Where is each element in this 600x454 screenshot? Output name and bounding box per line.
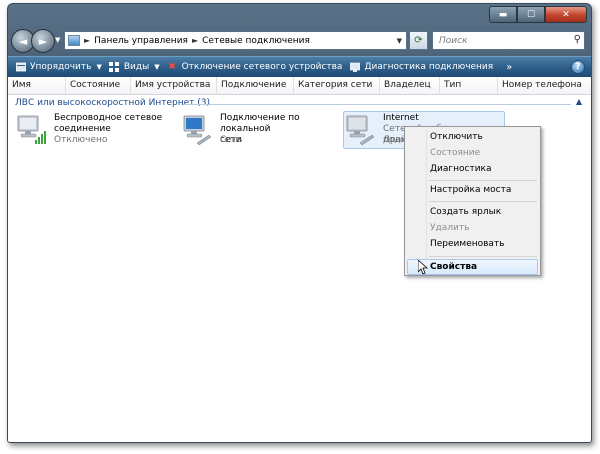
connection-name-line2: соединение: [54, 124, 111, 134]
organize-icon: [15, 62, 26, 72]
menu-item-disable[interactable]: Отключить: [430, 132, 483, 142]
organize-dropdown-icon: ▼: [96, 63, 102, 71]
menu-item-bridge-connections[interactable]: Настройка моста: [430, 185, 511, 195]
menu-separator: [429, 201, 537, 202]
lan-network-icon: [183, 115, 212, 145]
views-label: Виды: [123, 62, 150, 72]
forward-button[interactable]: ►: [31, 29, 55, 53]
recent-pages-dropdown-icon[interactable]: ▼: [55, 36, 60, 44]
refresh-button[interactable]: ⟳: [409, 31, 428, 50]
menu-item-rename[interactable]: Переименовать: [430, 239, 505, 249]
menu-item-diagnose[interactable]: Диагностика: [430, 164, 492, 174]
collapse-chevron-icon[interactable]: ▲: [576, 97, 582, 106]
address-dropdown-icon[interactable]: ▼: [397, 37, 402, 45]
organize-label: Упорядочить: [30, 62, 92, 72]
mouse-cursor-icon: [418, 260, 428, 275]
column-header-connectivity[interactable]: Подключение: [217, 77, 294, 94]
group-divider: [183, 104, 571, 105]
views-icon: [109, 62, 120, 72]
connection-status: Отключено: [54, 135, 108, 145]
breadcrumb-network-connections[interactable]: Сетевые подключения: [202, 36, 310, 46]
group-header-lan[interactable]: ЛВС или высокоскоростной Интернет (3) ▲: [13, 97, 585, 110]
column-headers: Имя Состояние Имя устройства Подключение…: [8, 77, 591, 95]
search-icon[interactable]: ⚲: [574, 34, 581, 45]
address-bar[interactable]: ► Панель управления ► Сетевые подключени…: [64, 31, 407, 50]
column-header-device-name[interactable]: Имя устройства: [131, 77, 217, 94]
control-panel-folder-icon: [68, 35, 80, 46]
diagnose-connection-button[interactable]: Диагностика подключения: [349, 62, 493, 72]
views-button[interactable]: Виды ▼: [109, 62, 160, 72]
column-header-name[interactable]: Имя: [8, 77, 66, 94]
column-header-network-category[interactable]: Категория сети: [294, 77, 380, 94]
menu-item-delete: Удалить: [430, 223, 470, 233]
connection-status: Сеть: [220, 135, 243, 145]
connection-name: Беспроводное сетевое соединение: [54, 113, 162, 135]
breadcrumb-control-panel[interactable]: Панель управления: [94, 36, 188, 46]
connection-name-line1: Подключение по локальной: [220, 113, 300, 134]
connection-name-line1: Беспроводное сетевое: [54, 113, 163, 123]
menu-item-create-shortcut[interactable]: Создать ярлык: [430, 207, 501, 217]
breadcrumb-separator-icon[interactable]: ►: [192, 36, 198, 45]
menu-icon-gutter: [426, 129, 427, 273]
breadcrumb-separator-icon[interactable]: ►: [84, 36, 90, 45]
network-adapter-icon: [346, 115, 375, 145]
refresh-icon: ⟳: [414, 35, 423, 46]
help-button[interactable]: ?: [571, 60, 585, 74]
caption-buttons: ▬ ☐ ✕: [489, 6, 587, 23]
command-toolbar: Упорядочить ▼ Виды ▼ ✖ Отключение сетево…: [8, 56, 591, 77]
menu-separator: [429, 180, 537, 181]
column-header-phone-number[interactable]: Номер телефона: [498, 77, 591, 94]
menu-separator: [429, 256, 537, 257]
search-input[interactable]: Поиск ⚲: [432, 31, 585, 50]
menu-item-status: Состояние: [430, 148, 481, 158]
connection-item-lan[interactable]: Подключение по локальной сети Сеть: [182, 113, 342, 153]
disable-network-label: Отключение сетевого устройства: [181, 62, 343, 72]
connection-name-line1: Internet: [383, 113, 419, 123]
views-dropdown-icon: ▼: [154, 63, 160, 71]
chevron-more-icon: »: [506, 61, 513, 73]
group-label: ЛВС или высокоскоростной Интернет (3): [15, 98, 210, 108]
disable-network-device-button[interactable]: ✖ Отключение сетевого устройства: [167, 62, 343, 72]
menu-item-properties[interactable]: Свойства: [430, 262, 477, 272]
wireless-network-icon: [17, 115, 46, 144]
context-menu: Отключить Состояние Диагностика Настройк…: [404, 126, 541, 276]
column-header-type[interactable]: Тип: [440, 77, 498, 94]
navigation-bar: ◄ ► ▼ ► Панель управления ► Сетевые подк…: [8, 26, 591, 56]
connection-item-wireless[interactable]: Беспроводное сетевое соединение Отключен…: [16, 113, 176, 153]
column-header-status[interactable]: Состояние: [66, 77, 131, 94]
column-header-owner[interactable]: Владелец: [380, 77, 440, 94]
maximize-button[interactable]: ☐: [517, 6, 545, 23]
search-placeholder: Поиск: [439, 35, 468, 46]
disable-network-icon: ✖: [168, 62, 176, 72]
organize-button[interactable]: Упорядочить ▼: [15, 62, 102, 72]
minimize-button[interactable]: ▬: [489, 6, 517, 23]
diagnose-label: Диагностика подключения: [364, 62, 494, 72]
diagnose-icon: [349, 62, 360, 72]
toolbar-more-button[interactable]: »: [500, 62, 512, 73]
close-button[interactable]: ✕: [545, 6, 587, 23]
